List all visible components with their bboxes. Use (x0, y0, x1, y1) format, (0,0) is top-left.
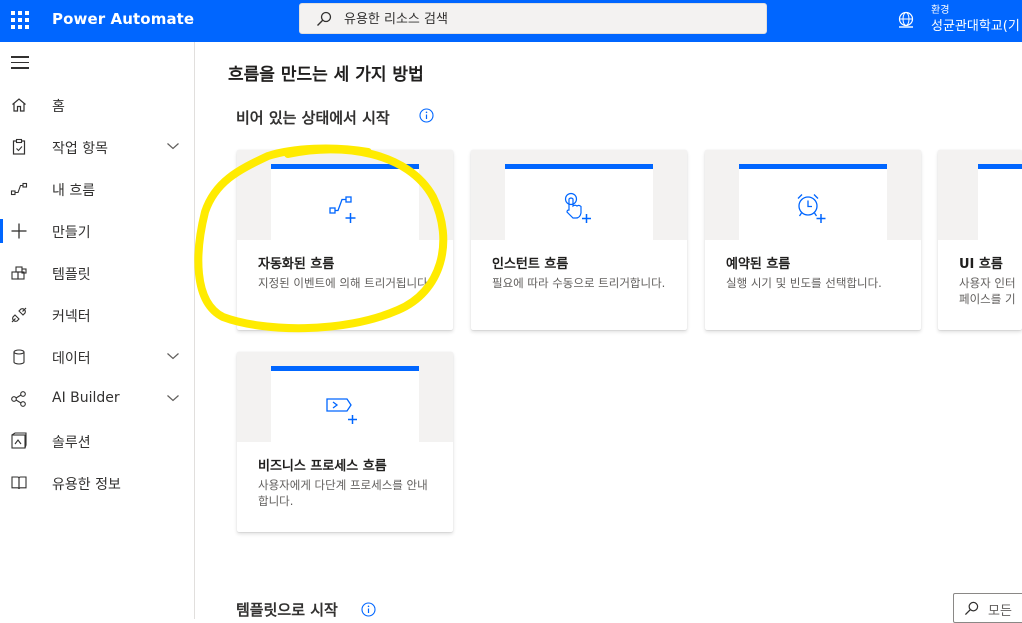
sidebar-item-home[interactable]: 홈 (0, 85, 194, 125)
card-title: 예약된 흐름 (726, 257, 791, 272)
scheduled-flow-card[interactable]: 예약된 흐름 실행 시기 및 빈도를 선택합니다. (705, 150, 921, 330)
chevron-down-icon[interactable] (166, 393, 180, 403)
sidebar-item-my-flows[interactable]: 내 흐름 (0, 169, 194, 209)
sidebar-item-data[interactable]: 데이터 (0, 337, 194, 377)
environment-icon[interactable] (897, 11, 915, 29)
sidebar: 홈 작업 항목 내 흐름 만들기 템플릿 커넥터 데이터 AI Builder … (0, 42, 195, 619)
card-title: UI 흐름 (959, 257, 1003, 272)
card-description: 필요에 따라 수동으로 트리거합니다. (492, 276, 666, 290)
connector-icon (11, 307, 27, 323)
info-icon[interactable] (361, 602, 376, 617)
instant-flow-card[interactable]: 인스턴트 흐름 필요에 따라 수동으로 트리거합니다. (471, 150, 687, 330)
page-title: 흐름을 만드는 세 가지 방법 (228, 65, 424, 85)
card-thumbnail (705, 150, 921, 240)
database-icon (13, 349, 25, 365)
card-title: 비즈니스 프로세스 흐름 (258, 459, 387, 474)
main-content: 흐름을 만드는 세 가지 방법 비어 있는 상태에서 시작 자동화된 흐름 지정… (196, 42, 1022, 623)
app-launcher-icon[interactable] (11, 11, 29, 29)
blank-section-title: 비어 있는 상태에서 시작 (236, 109, 390, 127)
alarm-clock-icon (797, 194, 826, 223)
card-preview (978, 164, 1022, 240)
search-icon (317, 11, 332, 26)
card-description: 지정된 이벤트에 의해 트리거됩니다. (258, 276, 432, 290)
business-process-flow-card[interactable]: 비즈니스 프로세스 흐름 사용자에게 다단계 프로세스를 안내합니다. (237, 352, 453, 532)
sidebar-item-templates[interactable]: 템플릿 (0, 253, 194, 293)
automated-flow-card[interactable]: 자동화된 흐름 지정된 이벤트에 의해 트리거됩니다. (237, 150, 453, 330)
home-icon (12, 98, 26, 112)
card-thumbnail (471, 150, 687, 240)
card-title: 자동화된 흐름 (258, 257, 335, 272)
sidebar-item-solutions[interactable]: 솔루션 (0, 421, 194, 461)
flow-icon (10, 182, 28, 196)
menu-toggle-icon[interactable] (11, 56, 29, 70)
sidebar-item-label: 작업 항목 (52, 141, 108, 157)
sidebar-item-connectors[interactable]: 커넥터 (0, 295, 194, 335)
card-description: 사용자 인터페이스를 기록합 (959, 276, 1016, 306)
environment-name[interactable]: 성균관대학교(기 (931, 15, 1020, 34)
search-icon (964, 601, 979, 616)
touch-icon (564, 192, 591, 223)
sidebar-item-label: 유용한 정보 (52, 477, 121, 493)
chevron-down-icon[interactable] (166, 351, 180, 361)
card-preview (505, 164, 653, 240)
card-thumbnail (237, 352, 453, 442)
plus-icon (11, 223, 27, 239)
clipboard-icon (12, 138, 26, 155)
sidebar-item-create[interactable]: 만들기 (0, 211, 194, 251)
ai-builder-icon (11, 391, 26, 407)
card-preview (271, 366, 419, 442)
sidebar-item-action-items[interactable]: 작업 항목 (0, 127, 194, 167)
card-preview (271, 164, 419, 240)
sidebar-item-learn[interactable]: 유용한 정보 (0, 463, 194, 503)
chevron-down-icon[interactable] (166, 141, 180, 151)
automated-flow-icon (329, 196, 356, 223)
card-preview (739, 164, 887, 240)
template-search-text: 모든 (988, 604, 1012, 619)
app-title[interactable]: Power Automate (52, 10, 194, 28)
sidebar-item-label: 만들기 (52, 225, 91, 241)
sidebar-item-label: 내 흐름 (52, 183, 96, 199)
card-description: 사용자에게 다단계 프로세스를 안내합니다. (258, 478, 428, 508)
card-title: 인스턴트 흐름 (492, 257, 569, 272)
top-bar: Power Automate 환경 성균관대학교(기 (0, 0, 1022, 42)
environment-label: 환경 (931, 5, 950, 16)
search-box[interactable] (299, 3, 767, 34)
card-thumbnail (237, 150, 453, 240)
solution-icon (11, 432, 27, 449)
sidebar-item-label: 데이터 (52, 351, 91, 367)
ui-flow-card[interactable]: UI 흐름 사용자 인터페이스를 기록합 (938, 150, 1022, 330)
card-thumbnail (938, 150, 1022, 240)
card-description: 실행 시기 및 빈도를 선택합니다. (726, 276, 882, 290)
sidebar-item-label: AI Builder (52, 390, 120, 406)
sidebar-item-ai-builder[interactable]: AI Builder (0, 379, 194, 419)
sidebar-item-label: 솔루션 (52, 435, 91, 451)
template-icon (11, 266, 27, 280)
info-icon[interactable] (419, 108, 434, 123)
business-process-icon (326, 398, 357, 424)
sidebar-item-label: 홈 (52, 99, 65, 115)
sidebar-item-label: 템플릿 (52, 267, 91, 283)
book-icon (11, 476, 27, 490)
sidebar-item-label: 커넥터 (52, 309, 91, 325)
search-input[interactable] (344, 9, 744, 29)
template-section-title: 템플릿으로 시작 (236, 601, 338, 619)
